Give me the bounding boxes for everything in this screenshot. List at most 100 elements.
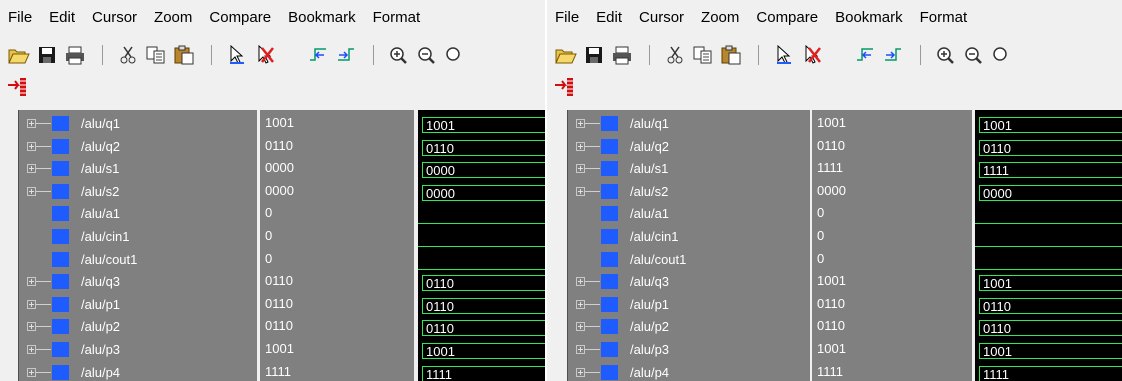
signal-row[interactable]: /alu/s2 [568,181,810,203]
signal-row[interactable]: /alu/p3 [568,339,810,361]
previous-edge-icon[interactable] [852,42,878,68]
expand-plus-icon[interactable] [576,119,585,128]
expand-plus-icon[interactable] [576,322,585,332]
signal-row[interactable]: /alu/p4 [19,362,257,381]
signal-row[interactable]: /alu/cout1 [568,249,810,271]
open-folder-icon[interactable] [553,42,579,68]
select-pointer-icon[interactable] [224,42,250,68]
expand-plus-icon[interactable] [27,322,36,332]
expand-plus-icon[interactable] [27,299,36,309]
tree-connector [36,281,51,283]
expand-plus-icon[interactable] [576,299,585,309]
signal-value: 1001 [817,115,846,130]
menu-file[interactable]: File [555,9,579,26]
expand-plus-icon[interactable] [27,277,36,287]
menu-zoom[interactable]: Zoom [701,9,739,26]
tree-connector [585,190,600,192]
signal-row[interactable]: /alu/p3 [19,339,257,361]
cut-icon[interactable] [662,42,688,68]
expand-plus-icon[interactable] [27,164,36,174]
menu-compare[interactable]: Compare [209,9,271,26]
menu-bookmark[interactable]: Bookmark [288,9,356,26]
signal-row[interactable]: /alu/q3 [568,271,810,293]
expand-plus-icon[interactable] [27,186,36,196]
menu-cursor[interactable]: Cursor [92,9,137,26]
zoom-in-icon[interactable] [933,42,959,68]
signal-row[interactable]: /alu/q3 [19,271,257,293]
expand-plus-icon[interactable] [27,141,36,151]
signal-row[interactable]: /alu/p1 [19,294,257,316]
waveform-row: 1111 [418,362,545,381]
signal-row[interactable]: /alu/a1 [568,203,810,225]
signal-row[interactable]: /alu/s2 [19,181,257,203]
paste-icon[interactable] [171,42,197,68]
expand-plus-icon[interactable] [576,186,585,196]
save-icon[interactable] [34,42,60,68]
signal-row[interactable]: /alu/p2 [568,316,810,338]
signal-row[interactable]: /alu/a1 [19,203,257,225]
expand-plus-icon[interactable] [576,345,585,354]
signal-row[interactable]: /alu/q1 [568,113,810,135]
zoom-out-icon[interactable] [961,42,987,68]
copy-icon[interactable] [690,42,716,68]
signal-row[interactable]: /alu/s1 [19,158,257,180]
print-icon[interactable] [62,42,88,68]
bus-waveform: 1111 [422,365,545,381]
open-folder-icon[interactable] [6,42,32,68]
signal-row[interactable]: /alu/s1 [568,158,810,180]
expand-plus-icon[interactable] [27,119,36,128]
signal-icon [601,183,618,199]
cut-icon[interactable] [115,42,141,68]
expand-plus-icon[interactable] [576,141,585,151]
menu-cursor[interactable]: Cursor [639,9,684,26]
menu-bookmark[interactable]: Bookmark [835,9,903,26]
menu-format[interactable]: Format [373,9,421,26]
signal-icon [52,251,69,267]
menu-file[interactable]: File [8,9,32,26]
menu-zoom[interactable]: Zoom [154,9,192,26]
select-pointer-icon[interactable] [771,42,797,68]
signal-row[interactable]: /alu/p4 [568,362,810,381]
signal-name: /alu/q2 [630,138,670,154]
signal-row[interactable]: /alu/cout1 [19,249,257,271]
delete-cursor-icon[interactable] [799,42,825,68]
signal-row[interactable]: /alu/q2 [568,136,810,158]
expand-plus-icon[interactable] [27,367,36,377]
copy-icon[interactable] [143,42,169,68]
zoom-out-icon[interactable] [414,42,440,68]
signal-row[interactable]: /alu/p2 [19,316,257,338]
signal-list: /alu/q1/alu/q2/alu/s1/alu/s2/alu/a1/alu/… [0,110,545,381]
previous-edge-icon[interactable] [305,42,331,68]
next-edge-icon[interactable] [880,42,906,68]
waveform-row: 1001 [975,339,1122,361]
menu-edit[interactable]: Edit [596,9,622,26]
menu-compare[interactable]: Compare [756,9,818,26]
expand-plus-icon[interactable] [576,164,585,174]
zoom-full-icon[interactable] [989,42,1015,68]
delete-cursor-icon[interactable] [252,42,278,68]
zoom-in-icon[interactable] [386,42,412,68]
print-icon[interactable] [609,42,635,68]
signal-row[interactable]: /alu/q1 [19,113,257,135]
signal-row[interactable]: /alu/q2 [19,136,257,158]
expand-plus-icon[interactable] [27,345,36,354]
paste-icon[interactable] [718,42,744,68]
next-edge-icon[interactable] [333,42,359,68]
signal-row[interactable]: /alu/p1 [568,294,810,316]
signal-list: /alu/q1/alu/q2/alu/s1/alu/s2/alu/a1/alu/… [547,110,1122,381]
insert-breakpoint-icon[interactable] [553,74,579,100]
tree-connector [36,371,51,373]
waveform-row: 1001 [975,113,1122,135]
menu-format[interactable]: Format [920,9,968,26]
save-icon[interactable] [581,42,607,68]
zoom-full-icon[interactable] [442,42,468,68]
signal-row[interactable]: /alu/cin1 [19,226,257,248]
waveform-value-label: 0110 [983,298,1011,314]
expand-plus-icon[interactable] [576,367,585,377]
expand-plus-icon[interactable] [576,277,585,287]
insert-breakpoint-icon[interactable] [6,74,32,100]
menu-edit[interactable]: Edit [49,9,75,26]
value-row: 0110 [812,316,972,338]
signal-row[interactable]: /alu/cin1 [568,226,810,248]
waveform-value-label: 0000 [426,185,455,201]
